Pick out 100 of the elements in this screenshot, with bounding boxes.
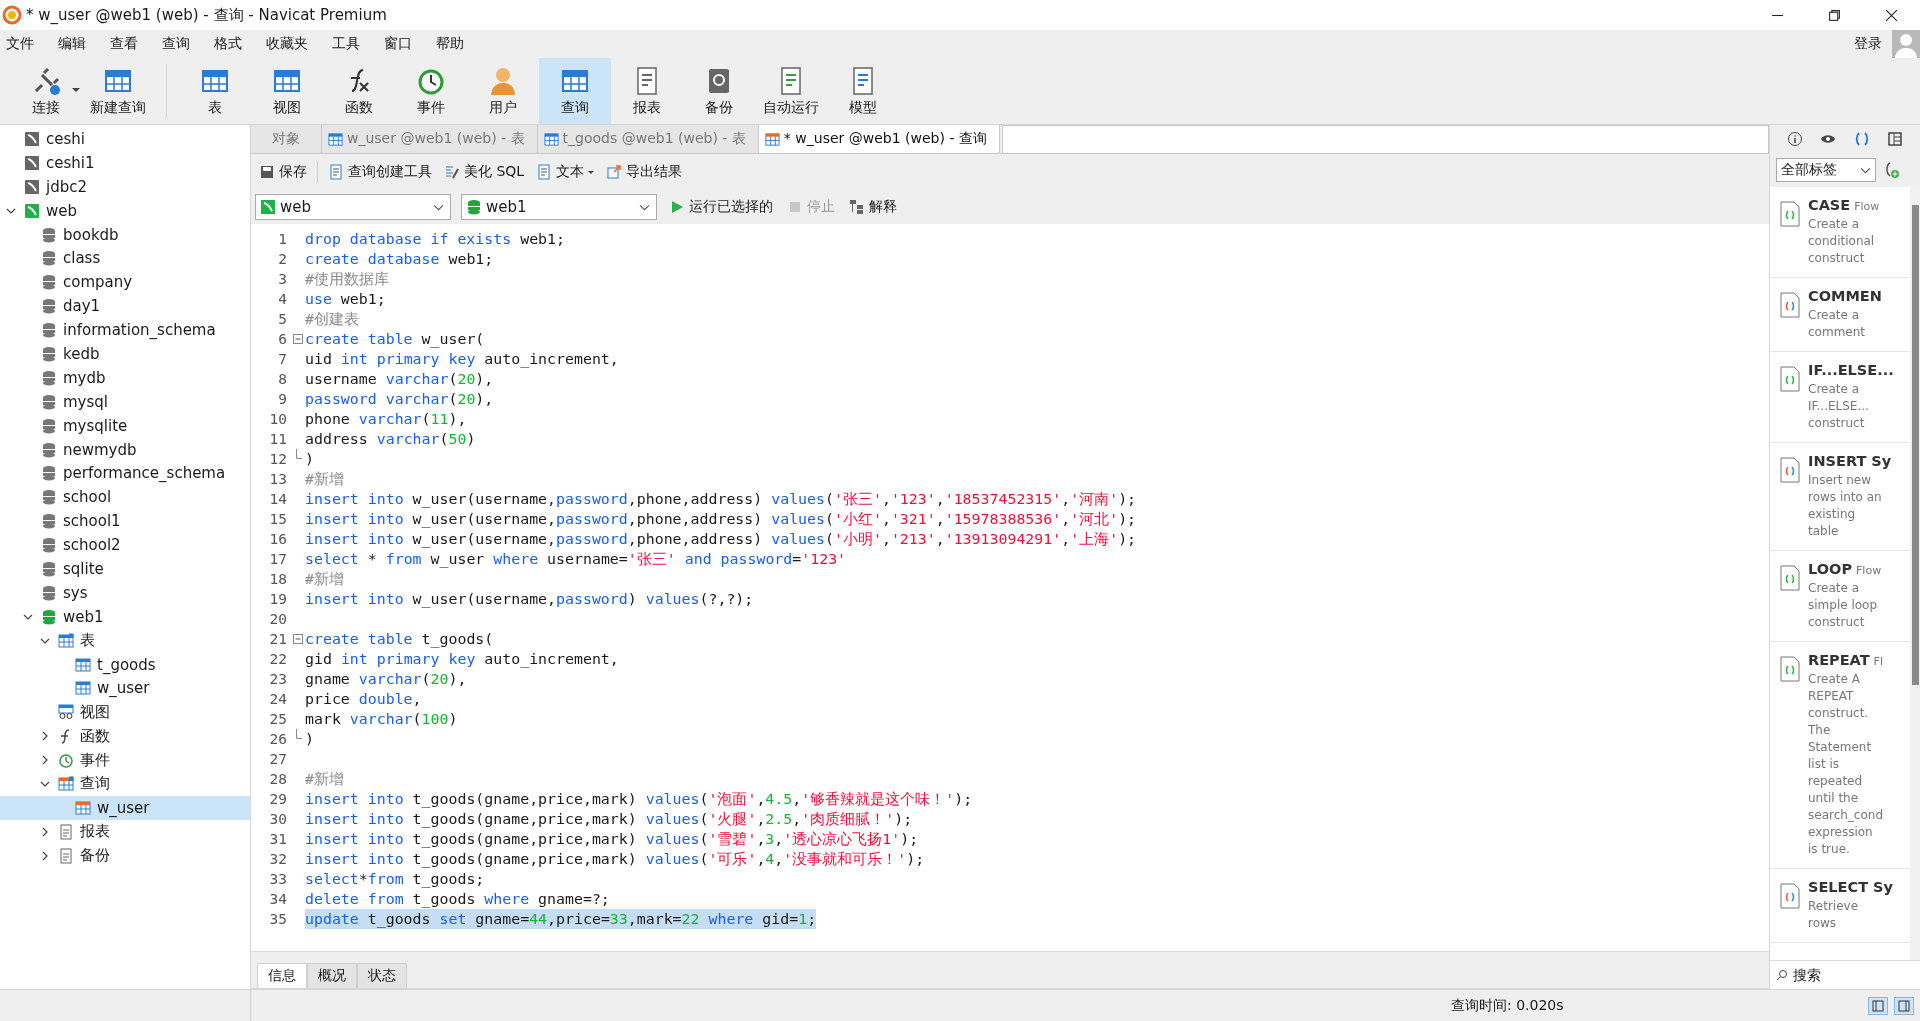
tree-item[interactable]: ceshi xyxy=(0,127,250,151)
database-select[interactable]: web1 xyxy=(461,194,657,220)
menu-item[interactable]: 窗口 xyxy=(384,35,412,53)
toolbar-button[interactable]: 模型 xyxy=(827,58,899,124)
tree-item[interactable]: 查询 xyxy=(0,772,250,796)
result-tab[interactable]: 信息 xyxy=(257,963,307,988)
menu-item[interactable]: 查看 xyxy=(110,35,138,53)
toolbar-button[interactable]: 新建查询 xyxy=(82,58,154,124)
code-line: insert into w_user(username,password,phone,address) values('小明','213','13913094291','上海'); xyxy=(305,529,1137,549)
tree-item[interactable]: school1 xyxy=(0,509,250,534)
editor-tab[interactable]: 对象 xyxy=(251,125,322,153)
search-field[interactable]: 搜索 xyxy=(1791,966,1905,984)
tree-item[interactable]: web1 xyxy=(0,604,250,629)
connection-select[interactable]: web xyxy=(255,194,451,220)
close-icon[interactable] xyxy=(1885,8,1898,22)
toolbar-button[interactable]: 解释 xyxy=(847,196,899,218)
editor-tab[interactable]: t_goods @web1 (web) - 表 xyxy=(537,125,759,153)
scrollbar-thumb[interactable] xyxy=(1911,205,1919,685)
tree-item[interactable]: web xyxy=(0,198,250,223)
toolbar-button[interactable]: 运行已选择的 xyxy=(667,196,775,218)
tree-item[interactable]: w_user xyxy=(0,795,250,820)
tree-item[interactable]: kedb xyxy=(0,342,250,366)
menu-item[interactable]: 收藏夹 xyxy=(266,35,308,53)
tree-item[interactable]: ceshi1 xyxy=(0,150,250,175)
code-line: gid int primary key auto_increment, xyxy=(305,649,619,669)
toolbar-button[interactable]: 函数 xyxy=(323,58,395,124)
chevron-right-icon[interactable] xyxy=(40,731,50,742)
toolbar-button[interactable]: 文本 xyxy=(534,161,597,183)
collapse-icon[interactable] xyxy=(293,334,303,344)
menu-item[interactable]: 帮助 xyxy=(436,35,464,53)
grid-icon[interactable] xyxy=(1887,131,1904,147)
toolbar-button[interactable]: 导出结果 xyxy=(604,161,685,183)
search-box[interactable]: 搜索 xyxy=(1770,960,1920,989)
menu-item[interactable]: 文件 xyxy=(6,35,34,53)
tree-item[interactable]: sys xyxy=(0,580,250,605)
line-number: 12 xyxy=(268,451,287,467)
tree-item[interactable]: information_schema xyxy=(0,318,250,342)
login-link[interactable]: 登录 xyxy=(1854,35,1882,53)
collapse-icon[interactable] xyxy=(293,634,303,644)
chevron-right-icon[interactable] xyxy=(40,755,50,766)
toolbar-button[interactable]: 保存 xyxy=(257,161,309,183)
line-number: 21 xyxy=(268,631,287,647)
toolbar-button[interactable]: 事件 xyxy=(395,58,467,124)
code-line: insert into w_user(username,password,phone,address) values('张三','123','18537452315','河南'); xyxy=(305,489,1137,509)
tree-item[interactable]: sqlite xyxy=(0,557,250,581)
toolbar-button[interactable]: 查询创建工具 xyxy=(326,161,434,183)
chevron-down-icon[interactable] xyxy=(40,779,50,789)
tree-item[interactable]: 表 xyxy=(0,628,250,653)
tree-item[interactable]: bookdb xyxy=(0,222,250,247)
toolbar-button[interactable]: 视图 xyxy=(251,58,323,124)
tag-select[interactable]: 全部标签 xyxy=(1776,158,1876,182)
document-icon xyxy=(1780,883,1800,909)
toolbar-button[interactable]: 报表 xyxy=(611,58,683,124)
document-icon xyxy=(1780,366,1800,392)
database-icon xyxy=(466,199,482,215)
tree-item[interactable]: company xyxy=(0,270,250,295)
chevron-right-icon[interactable] xyxy=(40,826,50,837)
tree-item[interactable]: 报表 xyxy=(0,819,250,844)
toolbar-button[interactable]: 表 xyxy=(179,58,251,124)
brackets-icon[interactable] xyxy=(1853,131,1870,147)
tree-item[interactable]: newmydb xyxy=(0,437,250,462)
tree-item[interactable]: performance_schema xyxy=(0,461,250,486)
toolbar-button[interactable]: 查询 xyxy=(539,58,611,124)
toolbar-button[interactable]: 备份 xyxy=(683,58,755,124)
tree-item[interactable]: 函数 xyxy=(0,724,250,749)
menu-item[interactable]: 查询 xyxy=(162,35,190,53)
toolbar-button[interactable]: 用户 xyxy=(467,58,539,124)
line-number: 28 xyxy=(268,771,287,787)
beautify-icon xyxy=(444,164,460,180)
tree-item[interactable]: school2 xyxy=(0,533,250,558)
tree-item[interactable]: 备份 xyxy=(0,843,250,868)
tree-item[interactable]: w_user xyxy=(0,676,250,701)
tree-item[interactable]: 视图 xyxy=(0,700,250,725)
restore-icon[interactable] xyxy=(1828,8,1841,22)
tree-item[interactable]: 事件 xyxy=(0,748,250,773)
result-tab[interactable]: 状态 xyxy=(357,963,407,988)
menu-item[interactable]: 格式 xyxy=(214,35,242,53)
info-icon[interactable] xyxy=(1786,131,1803,147)
tree-item[interactable]: t_goods xyxy=(0,652,250,677)
left-panel-icon[interactable] xyxy=(1868,996,1888,1015)
tree-item[interactable]: mydb xyxy=(0,365,250,390)
tree-item[interactable]: mysql xyxy=(0,389,250,414)
menu-item[interactable]: 编辑 xyxy=(58,35,86,53)
tree-item[interactable]: class xyxy=(0,246,250,271)
tree-item[interactable]: jdbc2 xyxy=(0,174,250,199)
line-number: 24 xyxy=(268,691,287,707)
toolbar-button[interactable]: 连接 xyxy=(10,58,82,124)
editor-tab[interactable]: * w_user @web1 (web) - 查询 xyxy=(758,125,1000,153)
tree-item[interactable]: school xyxy=(0,485,250,510)
editor-tab[interactable]: w_user @web1 (web) - 表 xyxy=(322,125,538,153)
database-icon xyxy=(41,584,57,601)
table-icon xyxy=(75,680,91,697)
result-tab[interactable]: 概况 xyxy=(307,963,357,988)
toolbar-button[interactable]: 自动运行 xyxy=(755,58,827,124)
toolbar-button[interactable]: 美化 SQL xyxy=(442,161,527,183)
chevron-right-icon[interactable] xyxy=(40,850,50,861)
tree-item[interactable]: mysqlite xyxy=(0,413,250,438)
menu-item[interactable]: 工具 xyxy=(332,35,360,53)
tree-item[interactable]: day1 xyxy=(0,294,250,319)
right-panel-icon[interactable] xyxy=(1894,996,1914,1015)
